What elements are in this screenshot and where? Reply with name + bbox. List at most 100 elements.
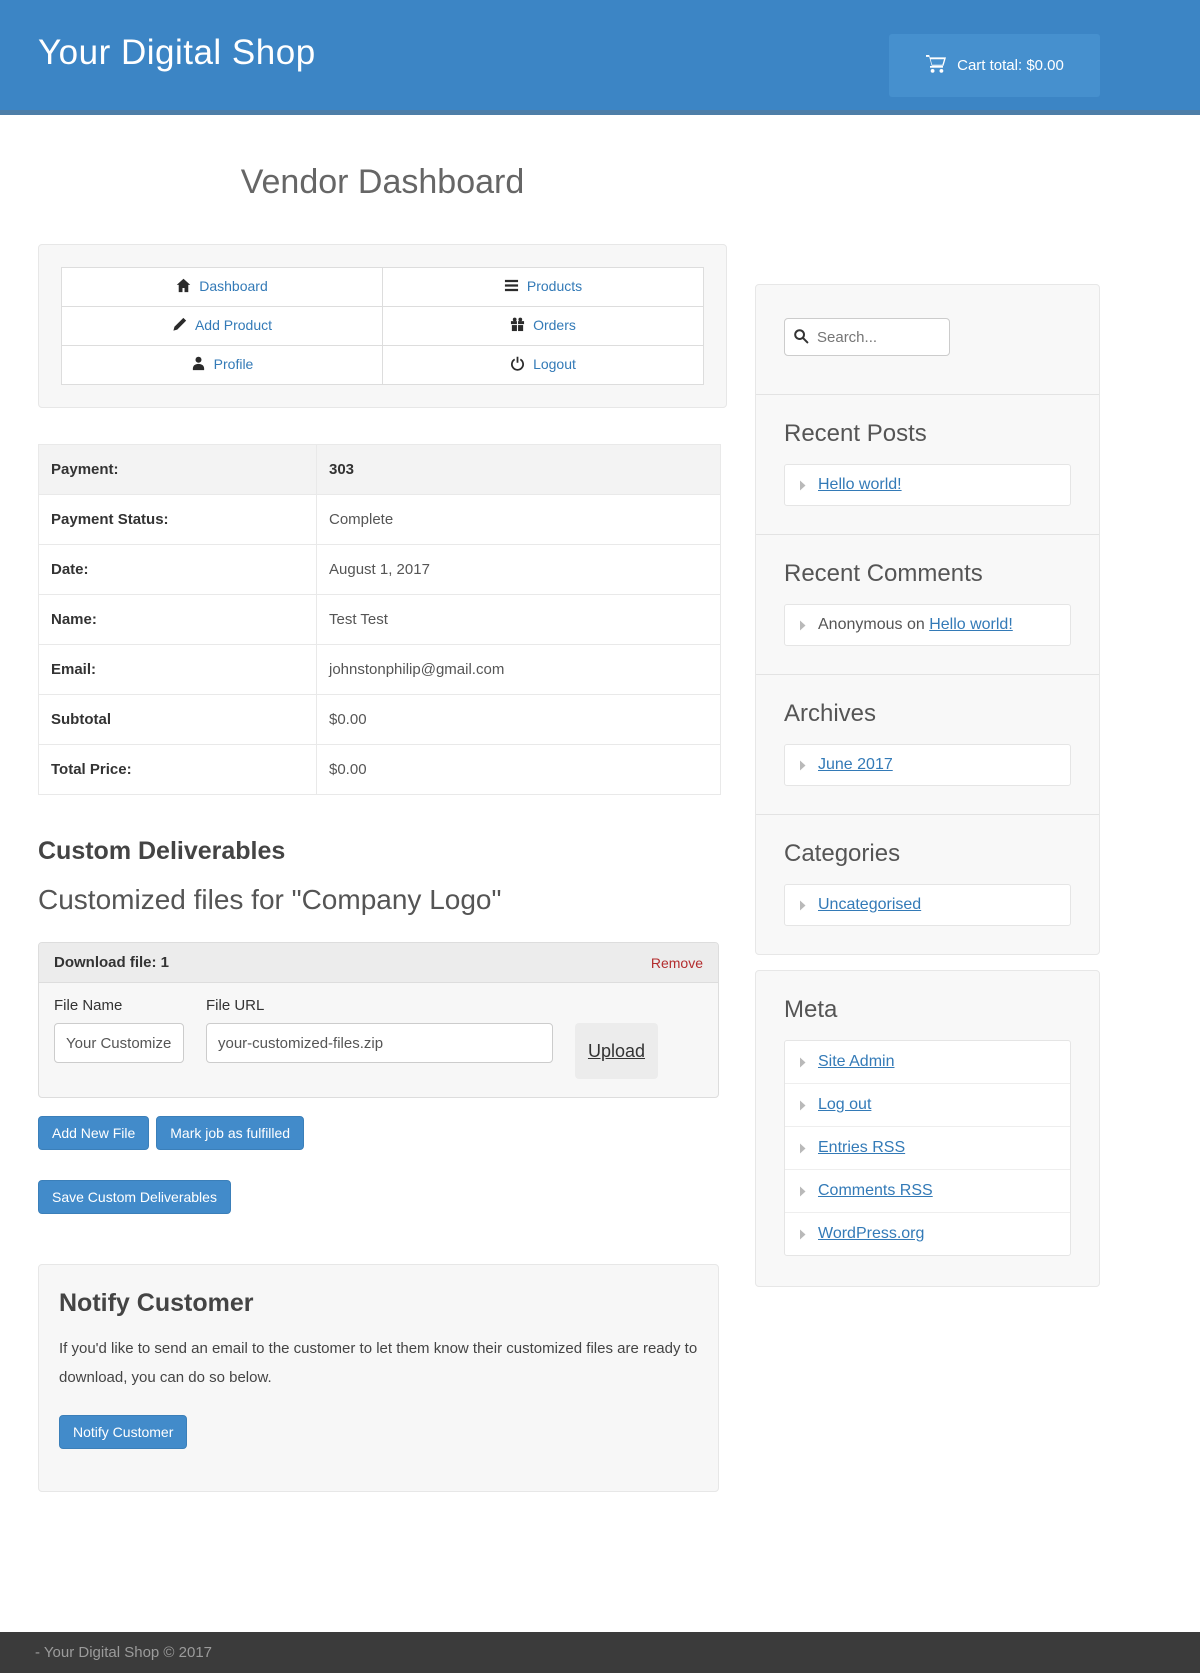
archives-title: Archives	[784, 700, 1071, 728]
table-row: Subtotal $0.00	[39, 695, 721, 745]
payment-status-label: Payment Status:	[39, 495, 317, 545]
add-new-file-button[interactable]: Add New File	[38, 1116, 149, 1150]
file-name-input[interactable]	[54, 1023, 184, 1063]
list-item: WordPress.org	[785, 1212, 1070, 1255]
vendor-nav-panel: Dashboard Products	[38, 244, 727, 408]
customized-files-subtitle: Customized files for "Company Logo"	[38, 884, 727, 916]
notify-customer-button[interactable]: Notify Customer	[59, 1415, 187, 1449]
meta-widget: Meta Site Admin Log out Entries RSS Comm…	[755, 970, 1100, 1287]
email-value: johnstonphilip@gmail.com	[317, 645, 721, 695]
user-icon	[191, 356, 206, 371]
file-url-field-group: File URL	[206, 997, 553, 1063]
search-widget	[756, 285, 1099, 394]
nav-link-logout[interactable]: Logout	[510, 356, 576, 372]
file-name-field-group: File Name	[54, 997, 184, 1063]
subtotal-value: $0.00	[317, 695, 721, 745]
site-footer: - Your Digital Shop © 2017	[0, 1632, 1200, 1673]
list-icon	[504, 278, 519, 293]
chevron-right-icon	[799, 1229, 807, 1240]
payment-status-value: Complete	[317, 495, 721, 545]
file-name-label: File Name	[54, 997, 184, 1014]
custom-deliverables-title: Custom Deliverables	[38, 837, 727, 866]
recent-post-link[interactable]: Hello world!	[818, 476, 902, 494]
nav-link-profile[interactable]: Profile	[191, 356, 254, 372]
subtotal-label: Subtotal	[39, 695, 317, 745]
sidebar: Recent Posts Hello world! Recent Comment…	[755, 284, 1100, 1287]
main-column: Dashboard Products	[38, 244, 727, 1492]
save-custom-deliverables-button[interactable]: Save Custom Deliverables	[38, 1180, 231, 1214]
table-row: Email: johnstonphilip@gmail.com	[39, 645, 721, 695]
list-item: Log out	[785, 1083, 1070, 1126]
list-item: Hello world!	[784, 464, 1071, 506]
chevron-right-icon	[799, 900, 807, 911]
list-item: June 2017	[784, 744, 1071, 786]
comment-post-link[interactable]: Hello world!	[929, 616, 1013, 633]
email-label: Email:	[39, 645, 317, 695]
download-file-label: Download file: 1	[54, 954, 169, 971]
table-row: Name: Test Test	[39, 595, 721, 645]
recent-comments-title: Recent Comments	[784, 560, 1071, 588]
chevron-right-icon	[799, 480, 807, 491]
list-item: Entries RSS	[785, 1126, 1070, 1169]
list-item: Comments RSS	[785, 1169, 1070, 1212]
nav-link-label: Add Product	[195, 317, 272, 333]
power-icon	[510, 356, 525, 371]
total-price-label: Total Price:	[39, 745, 317, 795]
table-row: Payment: 303	[39, 445, 721, 495]
nav-link-label: Dashboard	[199, 278, 268, 294]
cart-icon	[925, 54, 947, 78]
gift-icon	[510, 317, 525, 332]
nav-link-products[interactable]: Products	[504, 278, 582, 294]
log-out-link[interactable]: Log out	[818, 1096, 871, 1114]
upload-button[interactable]: Upload	[575, 1023, 658, 1079]
sidebar-widgets-panel: Recent Posts Hello world! Recent Comment…	[755, 284, 1100, 955]
cart-button[interactable]: Cart total: $0.00	[889, 34, 1100, 97]
table-row: Payment Status: Complete	[39, 495, 721, 545]
nav-link-label: Profile	[214, 356, 254, 372]
nav-link-label: Products	[527, 278, 582, 294]
total-price-value: $0.00	[317, 745, 721, 795]
comments-rss-link[interactable]: Comments RSS	[818, 1182, 933, 1200]
entries-rss-link[interactable]: Entries RSS	[818, 1139, 905, 1157]
download-file-panel: Download file: 1 Remove File Name File U…	[38, 942, 719, 1098]
remove-file-link[interactable]: Remove	[651, 955, 703, 971]
recent-posts-widget: Recent Posts Hello world!	[756, 394, 1099, 534]
payment-details-table: Payment: 303 Payment Status: Complete Da…	[38, 444, 721, 795]
date-label: Date:	[39, 545, 317, 595]
recent-comments-widget: Recent Comments Anonymous on Hello world…	[756, 534, 1099, 674]
cart-total-label: Cart total: $0.00	[957, 57, 1064, 74]
page-title: Vendor Dashboard	[38, 163, 727, 202]
categories-widget: Categories Uncategorised	[756, 814, 1099, 954]
comment-text: Anonymous on Hello world!	[818, 616, 1013, 634]
archives-widget: Archives June 2017	[756, 674, 1099, 814]
chevron-right-icon	[799, 620, 807, 631]
file-url-input[interactable]	[206, 1023, 553, 1063]
vendor-nav-table: Dashboard Products	[61, 267, 704, 385]
chevron-right-icon	[799, 1100, 807, 1111]
meta-title: Meta	[784, 996, 1071, 1024]
download-file-header: Download file: 1 Remove	[39, 943, 718, 983]
footer-text: - Your Digital Shop © 2017	[35, 1644, 212, 1661]
archive-link[interactable]: June 2017	[818, 756, 893, 774]
recent-posts-title: Recent Posts	[784, 420, 1071, 448]
site-admin-link[interactable]: Site Admin	[818, 1053, 894, 1071]
nav-link-orders[interactable]: Orders	[510, 317, 576, 333]
date-value: August 1, 2017	[317, 545, 721, 595]
nav-link-label: Logout	[533, 356, 576, 372]
name-label: Name:	[39, 595, 317, 645]
nav-link-dashboard[interactable]: Dashboard	[176, 278, 268, 294]
category-link[interactable]: Uncategorised	[818, 896, 921, 914]
name-value: Test Test	[317, 595, 721, 645]
list-item: Uncategorised	[784, 884, 1071, 926]
table-row: Total Price: $0.00	[39, 745, 721, 795]
download-file-body: File Name File URL Upload	[39, 983, 718, 1097]
site-title: Your Digital Shop	[38, 33, 316, 73]
list-item: Anonymous on Hello world!	[784, 604, 1071, 646]
wordpress-org-link[interactable]: WordPress.org	[818, 1225, 924, 1243]
mark-fulfilled-button[interactable]: Mark job as fulfilled	[156, 1116, 304, 1150]
table-row: Date: August 1, 2017	[39, 545, 721, 595]
nav-link-add-product[interactable]: Add Product	[172, 317, 272, 333]
search-input[interactable]	[784, 318, 950, 356]
chevron-right-icon	[799, 1186, 807, 1197]
content: Dashboard Products	[38, 244, 1100, 1492]
